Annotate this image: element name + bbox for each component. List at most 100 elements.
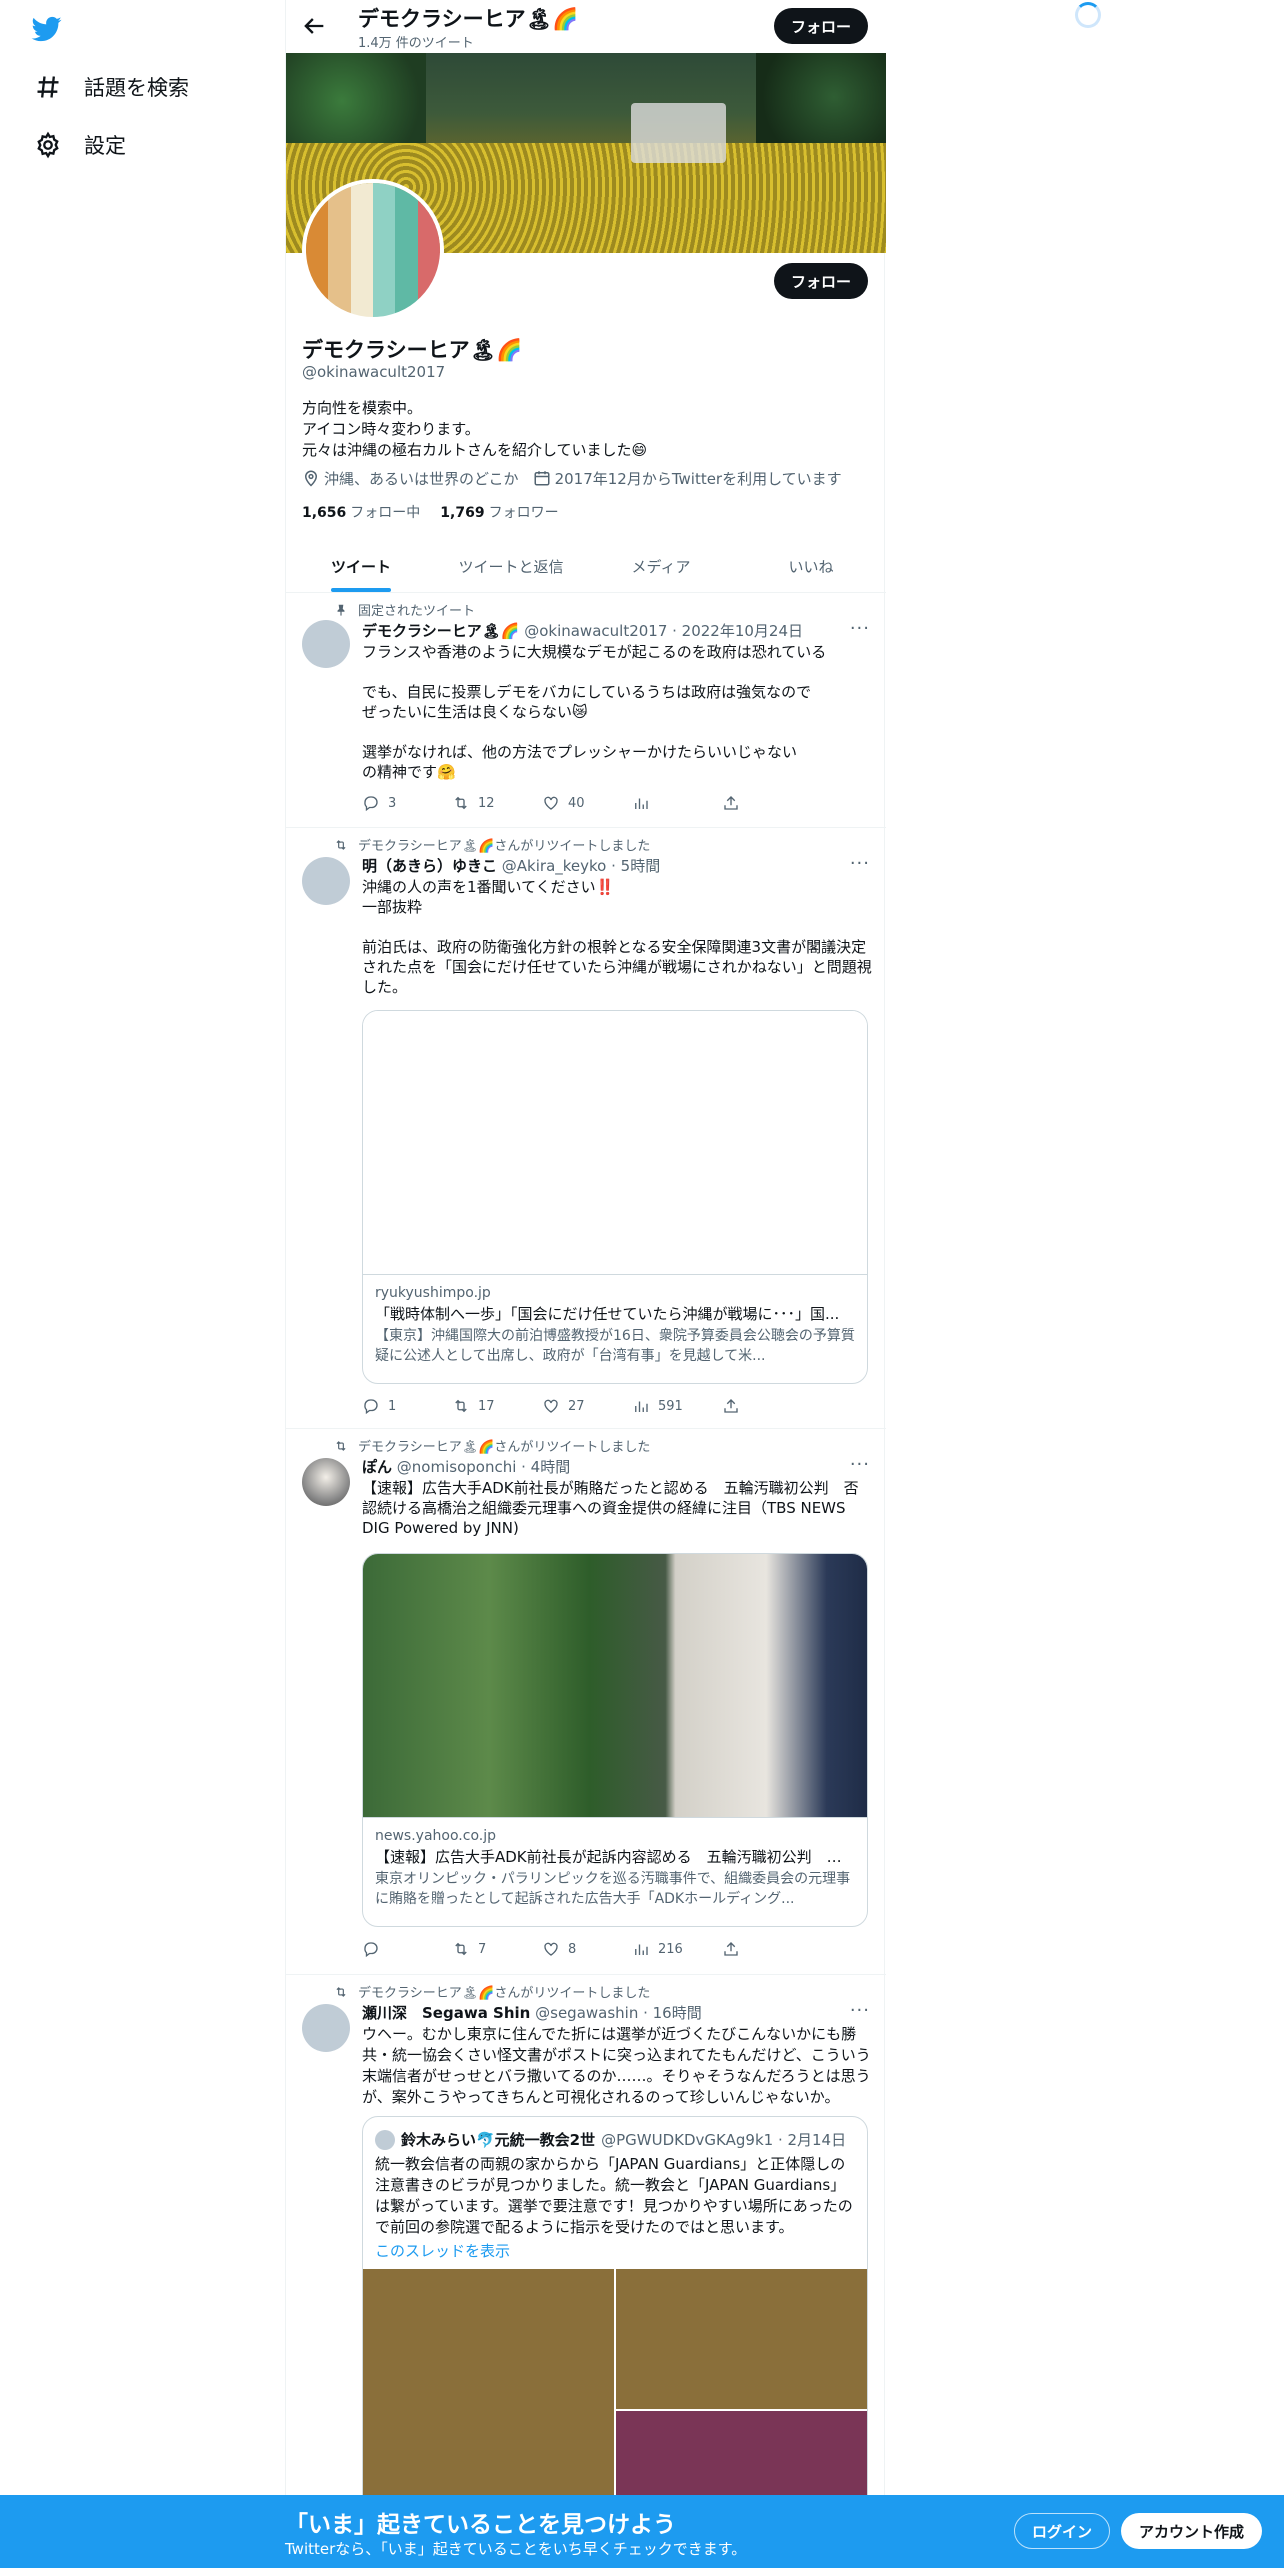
link-card-domain: news.yahoo.co.jp xyxy=(375,1828,496,1844)
heart-icon xyxy=(544,1942,558,1956)
tweet-context: デモクラシーヒア🏝🌈さんがリツイートしました xyxy=(334,1436,650,1455)
avatar[interactable] xyxy=(302,2004,350,2052)
header-tweet-count: 1.4万 件のツイート xyxy=(358,36,474,51)
reply-count: 1 xyxy=(388,1398,397,1414)
context-text: デモクラシーヒア🏝🌈さんがリツイートしました xyxy=(358,839,651,854)
tab-likes[interactable]: いいね xyxy=(736,540,886,592)
more-options-icon[interactable]: ··· xyxy=(850,1454,870,1475)
like-count: 40 xyxy=(568,795,585,811)
tweet-item[interactable]: デモクラシーヒア🏝🌈さんがリツイートしました ぽん @nomisoponchi … xyxy=(286,1430,886,1975)
heart-icon xyxy=(544,1399,558,1413)
tweet-text: 【速報】広告大手ADK前社長が賄賂だったと認める 五輪汚職初公判 否認続ける高橋… xyxy=(362,1479,859,1537)
tweet-actions: 3 12 40 xyxy=(362,794,782,812)
retweet-count: 12 xyxy=(478,795,495,811)
header-follow-button[interactable]: フォロー xyxy=(774,8,868,44)
context-text: デモクラシーヒア🏝🌈さんがリツイートしました xyxy=(358,1440,651,1455)
login-button[interactable]: ログイン xyxy=(1014,2513,1110,2549)
more-options-icon[interactable]: ··· xyxy=(850,853,870,874)
link-card[interactable]: news.yahoo.co.jp 【速報】広告大手ADK前社長が起訴内容認める … xyxy=(362,1553,868,1927)
show-thread-link[interactable]: このスレッドを表示 xyxy=(363,2238,867,2269)
like-count: 8 xyxy=(568,1941,577,1957)
share-button[interactable] xyxy=(722,1397,782,1415)
avatar[interactable] xyxy=(302,857,350,905)
quoted-tweet-text: 統一教会信者の両親の家からから「JAPAN Guardians」と正体隠しの注意… xyxy=(375,2155,853,2236)
retweet-icon xyxy=(455,796,467,810)
link-card-description: 東京オリンピック・パラリンピックを巡る汚職事件で、組織委員会の元理事に賄賂を贈っ… xyxy=(375,1871,851,1907)
signup-banner-subtitle: Twitterなら、「いま」起きていることをいち早くチェックできます。 xyxy=(285,2540,747,2558)
media-image[interactable] xyxy=(616,2269,867,2409)
twitter-bird-icon[interactable] xyxy=(30,14,64,44)
retweet-button[interactable]: 12 xyxy=(452,794,512,812)
share-icon xyxy=(724,796,738,810)
back-arrow-icon[interactable] xyxy=(300,12,328,40)
tab-tweets[interactable]: ツイート xyxy=(286,540,436,592)
retweet-icon xyxy=(336,1440,346,1451)
share-button[interactable] xyxy=(722,794,782,812)
profile-name: デモクラシーヒア🏝🌈 xyxy=(302,338,523,362)
more-options-icon[interactable]: ··· xyxy=(850,2000,870,2021)
tab-tweets-and-replies[interactable]: ツイートと返信 xyxy=(436,540,586,592)
tweet-item[interactable]: デモクラシーヒア🏝🌈さんがリツイートしました 明（あきら）ゆきこ @Akira_… xyxy=(286,829,886,1429)
sidebar-item-settings[interactable]: 設定 xyxy=(34,130,126,160)
reply-button[interactable] xyxy=(362,1940,422,1958)
retweet-button[interactable]: 7 xyxy=(452,1940,512,1958)
views-button[interactable] xyxy=(632,794,692,812)
profile-avatar[interactable] xyxy=(302,179,444,321)
more-options-icon[interactable]: ··· xyxy=(850,618,870,639)
reply-button[interactable]: 3 xyxy=(362,794,422,812)
quoted-tweet-header: 鈴木みらい🐬元統一教会2世 @PGWUDKDvGKAg9k1 · 2月14日 xyxy=(363,2117,867,2150)
gear-icon xyxy=(37,131,59,159)
tweet-header: 瀬川深 Segawa Shin @segawashin · 16時間 xyxy=(362,2002,702,2023)
following-count: 1,656 xyxy=(302,505,347,521)
link-card-title: 「戦時体制へ一歩」「国会にだけ任せていたら沖縄が戦場に･･･」国... xyxy=(375,1305,840,1323)
tweet-text: フランスや香港のように大規模なデモが起こるのを政府は恐れている でも、自民に投票… xyxy=(362,643,827,781)
avatar xyxy=(375,2129,395,2150)
views-button[interactable]: 591 xyxy=(632,1397,692,1415)
avatar-stripe xyxy=(395,183,418,317)
location-pin-icon xyxy=(304,470,318,487)
tweet-context: 固定されたツイート xyxy=(334,600,475,619)
reply-button[interactable]: 1 xyxy=(362,1397,422,1415)
analytics-icon xyxy=(635,1944,648,1955)
tweet-item[interactable]: 固定されたツイート デモクラシーヒア🏝🌈 @okinawacult2017 · … xyxy=(286,594,886,828)
profile-bio: 方向性を模索中。 アイコン時々変わります。 元々は沖縄の極右カルトさんを紹介して… xyxy=(302,399,648,459)
share-button[interactable] xyxy=(722,1940,782,1958)
avatar-stripe xyxy=(350,183,373,317)
like-button[interactable]: 8 xyxy=(542,1940,602,1958)
tweet-item[interactable]: デモクラシーヒア🏝🌈さんがリツイートしました 瀬川深 Segawa Shin @… xyxy=(286,1976,886,2568)
analytics-icon xyxy=(635,1401,648,1412)
followers-label: フォロワー xyxy=(488,505,559,521)
avatar[interactable] xyxy=(302,1458,350,1506)
link-card-domain: ryukyushimpo.jp xyxy=(375,1285,491,1301)
retweet-icon xyxy=(336,1986,346,1997)
followers-count: 1,769 xyxy=(440,505,485,521)
tab-media[interactable]: メディア xyxy=(586,540,736,592)
context-text: 固定されたツイート xyxy=(358,604,476,619)
author-name[interactable]: デモクラシーヒア🏝🌈 xyxy=(362,622,519,640)
views-button[interactable]: 216 xyxy=(632,1940,692,1958)
profile-location: 沖縄、あるいは世界のどこか xyxy=(302,468,519,489)
tweet-context: デモクラシーヒア🏝🌈さんがリツイートしました xyxy=(334,835,650,854)
following-link[interactable]: 1,656 フォロー中 xyxy=(302,502,420,522)
followers-link[interactable]: 1,769 フォロワー xyxy=(440,502,558,522)
retweet-button[interactable]: 17 xyxy=(452,1397,512,1415)
signup-button[interactable]: アカウント作成 xyxy=(1121,2513,1262,2549)
sidebar-item-explore[interactable]: 話題を検索 xyxy=(34,72,189,102)
tweet-header: デモクラシーヒア🏝🌈 @okinawacult2017 · 2022年10月24… xyxy=(362,620,803,641)
profile-follow-button[interactable]: フォロー xyxy=(774,263,868,299)
profile-tabs: ツイート ツイートと返信 メディア いいね xyxy=(286,540,886,593)
sidebar-item-label: 設定 xyxy=(84,134,126,158)
author-name[interactable]: ぽん xyxy=(362,1458,392,1476)
link-card-description: 【東京】沖縄国際大の前泊博盛教授が16日、衆院予算委員会公聴会の予算質疑に公述人… xyxy=(375,1328,855,1364)
hashtag-icon xyxy=(37,76,59,98)
link-card[interactable]: ryukyushimpo.jp 「戦時体制へ一歩」「国会にだけ任せていたら沖縄が… xyxy=(362,1010,868,1384)
like-button[interactable]: 40 xyxy=(542,794,602,812)
reply-count: 3 xyxy=(388,795,397,811)
author-name[interactable]: 明（あきら）ゆきこ xyxy=(362,857,497,875)
author-name[interactable]: 瀬川深 Segawa Shin xyxy=(362,2004,530,2022)
avatar[interactable] xyxy=(302,620,350,668)
tweet-actions: 1 17 27 591 xyxy=(362,1397,782,1415)
like-button[interactable]: 27 xyxy=(542,1397,602,1415)
reply-icon xyxy=(364,796,378,812)
tweet-header: 明（あきら）ゆきこ @Akira_keyko · 5時間 xyxy=(362,855,660,876)
